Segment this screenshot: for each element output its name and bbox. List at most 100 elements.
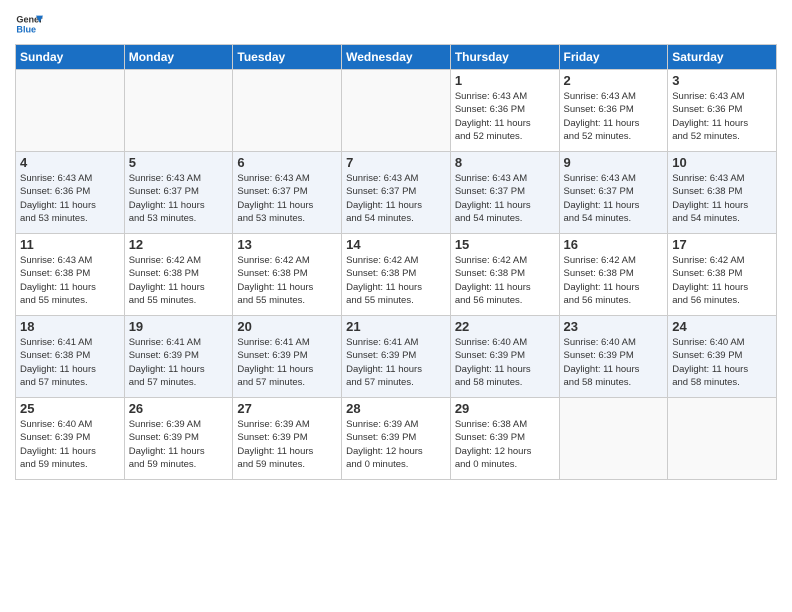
day-number: 23 — [564, 319, 664, 334]
day-number: 16 — [564, 237, 664, 252]
day-number: 24 — [672, 319, 772, 334]
day-info: Sunrise: 6:43 AMSunset: 6:36 PMDaylight:… — [455, 90, 555, 143]
calendar-cell: 1 Sunrise: 6:43 AMSunset: 6:36 PMDaylight… — [450, 70, 559, 152]
day-header-saturday: Saturday — [668, 45, 777, 70]
day-info: Sunrise: 6:42 AMSunset: 6:38 PMDaylight:… — [455, 254, 555, 307]
day-info: Sunrise: 6:43 AMSunset: 6:36 PMDaylight:… — [672, 90, 772, 143]
day-info: Sunrise: 6:43 AMSunset: 6:37 PMDaylight:… — [564, 172, 664, 225]
day-number: 26 — [129, 401, 229, 416]
calendar-cell: 27 Sunrise: 6:39 AMSunset: 6:39 PMDayligh… — [233, 398, 342, 480]
day-info: Sunrise: 6:41 AMSunset: 6:39 PMDaylight:… — [129, 336, 229, 389]
calendar-cell: 15 Sunrise: 6:42 AMSunset: 6:38 PMDayligh… — [450, 234, 559, 316]
day-number: 14 — [346, 237, 446, 252]
calendar-table: SundayMondayTuesdayWednesdayThursdayFrid… — [15, 44, 777, 480]
day-number: 19 — [129, 319, 229, 334]
day-info: Sunrise: 6:43 AMSunset: 6:37 PMDaylight:… — [346, 172, 446, 225]
calendar-cell: 20Sunrise: 6:41 AMSunset: 6:39 PMDayligh… — [233, 316, 342, 398]
day-number: 27 — [237, 401, 337, 416]
calendar-cell: 11 Sunrise: 6:43 AMSunset: 6:38 PMDayligh… — [16, 234, 125, 316]
day-number: 17 — [672, 237, 772, 252]
calendar-cell: 7 Sunrise: 6:43 AMSunset: 6:37 PMDaylight… — [342, 152, 451, 234]
day-header-thursday: Thursday — [450, 45, 559, 70]
day-number: 22 — [455, 319, 555, 334]
calendar-cell — [668, 398, 777, 480]
day-number: 12 — [129, 237, 229, 252]
day-header-tuesday: Tuesday — [233, 45, 342, 70]
calendar-cell: 24 Sunrise: 6:40 AMSunset: 6:39 PMDayligh… — [668, 316, 777, 398]
day-info: Sunrise: 6:40 AMSunset: 6:39 PMDaylight:… — [20, 418, 120, 471]
calendar-cell: 2 Sunrise: 6:43 AMSunset: 6:36 PMDaylight… — [559, 70, 668, 152]
day-number: 2 — [564, 73, 664, 88]
calendar-cell: 25Sunrise: 6:40 AMSunset: 6:39 PMDayligh… — [16, 398, 125, 480]
calendar-cell: 26 Sunrise: 6:39 AMSunset: 6:39 PMDayligh… — [124, 398, 233, 480]
calendar-cell: 23 Sunrise: 6:40 AMSunset: 6:39 PMDayligh… — [559, 316, 668, 398]
day-info: Sunrise: 6:42 AMSunset: 6:38 PMDaylight:… — [346, 254, 446, 307]
calendar-cell — [124, 70, 233, 152]
week-row-3: 11 Sunrise: 6:43 AMSunset: 6:38 PMDayligh… — [16, 234, 777, 316]
day-header-wednesday: Wednesday — [342, 45, 451, 70]
day-header-monday: Monday — [124, 45, 233, 70]
day-number: 15 — [455, 237, 555, 252]
day-info: Sunrise: 6:41 AMSunset: 6:39 PMDaylight:… — [237, 336, 337, 389]
day-info: Sunrise: 6:39 AMSunset: 6:39 PMDaylight:… — [129, 418, 229, 471]
calendar-cell: 14 Sunrise: 6:42 AMSunset: 6:38 PMDayligh… — [342, 234, 451, 316]
day-info: Sunrise: 6:43 AMSunset: 6:36 PMDaylight:… — [20, 172, 120, 225]
calendar-cell — [559, 398, 668, 480]
calendar-cell: 17 Sunrise: 6:42 AMSunset: 6:38 PMDayligh… — [668, 234, 777, 316]
calendar-cell: 6 Sunrise: 6:43 AMSunset: 6:37 PMDaylight… — [233, 152, 342, 234]
day-number: 4 — [20, 155, 120, 170]
day-number: 8 — [455, 155, 555, 170]
calendar-cell: 19 Sunrise: 6:41 AMSunset: 6:39 PMDayligh… — [124, 316, 233, 398]
calendar-cell — [233, 70, 342, 152]
calendar-cell: 21 Sunrise: 6:41 AMSunset: 6:39 PMDayligh… — [342, 316, 451, 398]
calendar-cell: 28Sunrise: 6:39 AMSunset: 6:39 PMDayligh… — [342, 398, 451, 480]
calendar-cell: 10 Sunrise: 6:43 AMSunset: 6:38 PMDayligh… — [668, 152, 777, 234]
page-header: General Blue — [15, 10, 777, 38]
calendar-cell: 16 Sunrise: 6:42 AMSunset: 6:38 PMDayligh… — [559, 234, 668, 316]
day-info: Sunrise: 6:42 AMSunset: 6:38 PMDaylight:… — [237, 254, 337, 307]
day-header-sunday: Sunday — [16, 45, 125, 70]
week-row-4: 18 Sunrise: 6:41 AMSunset: 6:38 PMDayligh… — [16, 316, 777, 398]
day-info: Sunrise: 6:40 AMSunset: 6:39 PMDaylight:… — [564, 336, 664, 389]
logo: General Blue — [15, 10, 43, 38]
calendar-cell: 8 Sunrise: 6:43 AMSunset: 6:37 PMDaylight… — [450, 152, 559, 234]
calendar-cell: 18 Sunrise: 6:41 AMSunset: 6:38 PMDayligh… — [16, 316, 125, 398]
calendar-cell: 3 Sunrise: 6:43 AMSunset: 6:36 PMDaylight… — [668, 70, 777, 152]
day-number: 7 — [346, 155, 446, 170]
svg-text:Blue: Blue — [16, 24, 36, 34]
day-number: 11 — [20, 237, 120, 252]
calendar-cell: 5 Sunrise: 6:43 AMSunset: 6:37 PMDaylight… — [124, 152, 233, 234]
week-row-1: 1 Sunrise: 6:43 AMSunset: 6:36 PMDaylight… — [16, 70, 777, 152]
day-number: 10 — [672, 155, 772, 170]
day-info: Sunrise: 6:42 AMSunset: 6:38 PMDaylight:… — [564, 254, 664, 307]
day-info: Sunrise: 6:43 AMSunset: 6:37 PMDaylight:… — [455, 172, 555, 225]
day-number: 28 — [346, 401, 446, 416]
week-row-5: 25Sunrise: 6:40 AMSunset: 6:39 PMDayligh… — [16, 398, 777, 480]
day-number: 18 — [20, 319, 120, 334]
day-number: 1 — [455, 73, 555, 88]
day-info: Sunrise: 6:43 AMSunset: 6:36 PMDaylight:… — [564, 90, 664, 143]
day-header-friday: Friday — [559, 45, 668, 70]
day-info: Sunrise: 6:43 AMSunset: 6:37 PMDaylight:… — [129, 172, 229, 225]
day-info: Sunrise: 6:39 AMSunset: 6:39 PMDaylight:… — [237, 418, 337, 471]
week-row-2: 4 Sunrise: 6:43 AMSunset: 6:36 PMDaylight… — [16, 152, 777, 234]
calendar-cell: 12 Sunrise: 6:42 AMSunset: 6:38 PMDayligh… — [124, 234, 233, 316]
day-info: Sunrise: 6:40 AMSunset: 6:39 PMDaylight:… — [672, 336, 772, 389]
day-number: 5 — [129, 155, 229, 170]
calendar-cell: 22Sunrise: 6:40 AMSunset: 6:39 PMDayligh… — [450, 316, 559, 398]
calendar-cell: 9 Sunrise: 6:43 AMSunset: 6:37 PMDaylight… — [559, 152, 668, 234]
calendar-cell: 4 Sunrise: 6:43 AMSunset: 6:36 PMDaylight… — [16, 152, 125, 234]
calendar-cell — [342, 70, 451, 152]
day-number: 6 — [237, 155, 337, 170]
day-number: 3 — [672, 73, 772, 88]
calendar-cell — [16, 70, 125, 152]
day-info: Sunrise: 6:43 AMSunset: 6:37 PMDaylight:… — [237, 172, 337, 225]
day-number: 21 — [346, 319, 446, 334]
day-info: Sunrise: 6:42 AMSunset: 6:38 PMDaylight:… — [129, 254, 229, 307]
day-info: Sunrise: 6:41 AMSunset: 6:38 PMDaylight:… — [20, 336, 120, 389]
day-info: Sunrise: 6:43 AMSunset: 6:38 PMDaylight:… — [672, 172, 772, 225]
day-info: Sunrise: 6:42 AMSunset: 6:38 PMDaylight:… — [672, 254, 772, 307]
day-number: 9 — [564, 155, 664, 170]
day-info: Sunrise: 6:41 AMSunset: 6:39 PMDaylight:… — [346, 336, 446, 389]
day-info: Sunrise: 6:43 AMSunset: 6:38 PMDaylight:… — [20, 254, 120, 307]
